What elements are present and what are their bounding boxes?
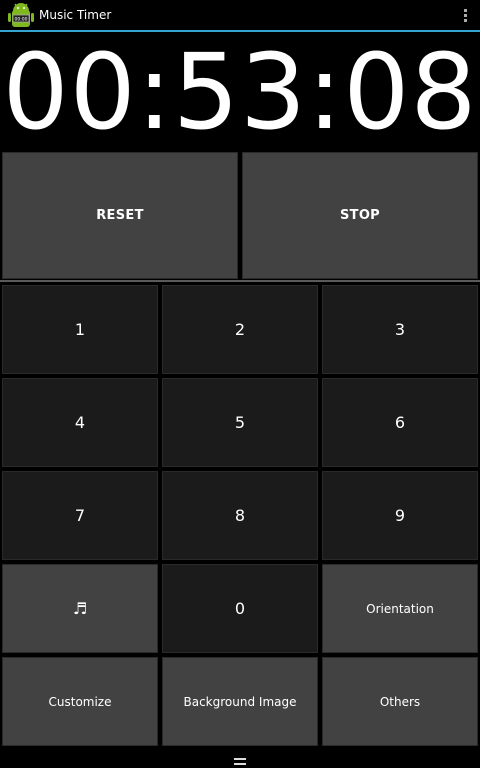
- key-7-button[interactable]: 7: [2, 471, 158, 560]
- svg-text:00:00: 00:00: [15, 17, 28, 23]
- key-1-button[interactable]: 1: [2, 285, 158, 374]
- music-button[interactable]: ♬: [2, 564, 158, 653]
- android-clock-icon[interactable]: 00:00: [8, 3, 34, 29]
- stop-button[interactable]: STOP: [242, 152, 478, 279]
- key-5-button[interactable]: 5: [162, 378, 318, 467]
- key-8-button[interactable]: 8: [162, 471, 318, 560]
- timer-display: 00:53:08: [2, 31, 478, 153]
- key-6-button[interactable]: 6: [322, 378, 478, 467]
- customize-button[interactable]: Customize: [2, 657, 158, 746]
- action-bar: 00:00 Music Timer: [0, 0, 480, 32]
- background-image-button[interactable]: Background Image: [162, 657, 318, 746]
- key-0-button[interactable]: 0: [162, 564, 318, 653]
- orientation-button[interactable]: Orientation: [322, 564, 478, 653]
- app-title: Music Timer: [39, 8, 112, 22]
- key-4-button[interactable]: 4: [2, 378, 158, 467]
- key-2-button[interactable]: 2: [162, 285, 318, 374]
- key-9-button[interactable]: 9: [322, 471, 478, 560]
- reset-button[interactable]: RESET: [2, 152, 238, 279]
- others-button[interactable]: Others: [322, 657, 478, 746]
- overflow-menu-icon[interactable]: [462, 9, 468, 25]
- divider: [0, 280, 480, 282]
- menu-handle-icon[interactable]: [225, 755, 255, 768]
- music-note-icon: ♬: [72, 599, 88, 618]
- key-3-button[interactable]: 3: [322, 285, 478, 374]
